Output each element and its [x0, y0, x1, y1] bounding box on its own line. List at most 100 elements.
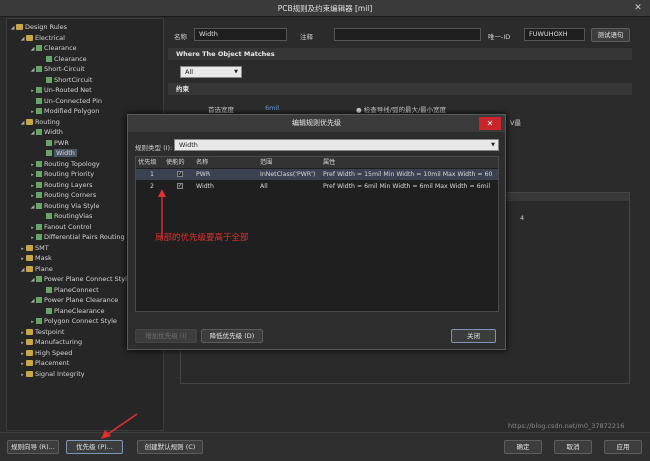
- tree-item[interactable]: Width: [39, 148, 77, 159]
- tree-item-label: Clearance: [44, 44, 77, 52]
- tree-item[interactable]: ▸ Polygon Connect Style: [29, 316, 117, 327]
- tree-item[interactable]: ◢ Routing Via Style: [29, 201, 100, 213]
- tree-item[interactable]: ▸ Fanout Control: [29, 222, 91, 233]
- row-enabled-checkbox[interactable]: ✓: [177, 183, 183, 189]
- window-close-button[interactable]: ✕: [632, 0, 644, 17]
- rules-wizard-button[interactable]: 规则向导 (R)...: [7, 440, 59, 454]
- tree-item[interactable]: ◢ Design Rules: [9, 22, 67, 33]
- folder-icon: [16, 24, 23, 30]
- tree-item[interactable]: ◢ Short-Circuit: [29, 64, 85, 75]
- column-header[interactable]: 名称: [196, 157, 209, 168]
- expand-toggle-icon[interactable]: ◢: [29, 202, 36, 213]
- priorities-button[interactable]: 优先级 (P)...: [66, 440, 123, 454]
- tree-item-label: PWR: [54, 138, 69, 147]
- rule-type-select[interactable]: Width ▼: [174, 139, 499, 151]
- tree-item[interactable]: Un-Connected Pin: [29, 96, 102, 107]
- tree-item[interactable]: ▸ Mask: [19, 253, 52, 264]
- rule-icon: [46, 55, 52, 62]
- tree-item[interactable]: ▸ Routing Corners: [29, 190, 96, 201]
- constraints-section-header: 约束: [168, 83, 632, 95]
- name-field[interactable]: Width: [194, 28, 287, 41]
- tree-item-label: Design Rules: [25, 23, 68, 31]
- expand-toggle-icon[interactable]: ◢: [19, 265, 26, 276]
- rule-icon: [36, 192, 42, 198]
- pref-width-value[interactable]: 6mil: [265, 104, 279, 112]
- folder-icon: [26, 328, 33, 335]
- rule-icon: [36, 45, 42, 51]
- tree-item[interactable]: ◢ Power Plane Clearance: [29, 295, 119, 307]
- tree-item[interactable]: ◢ Routing: [19, 117, 60, 128]
- rule-icon: [36, 87, 42, 93]
- cancel-button[interactable]: 取消: [554, 440, 592, 454]
- column-header[interactable]: 属性: [323, 157, 336, 168]
- tree-item[interactable]: ▸ SMT: [19, 243, 48, 254]
- rule-icon: [46, 286, 52, 293]
- tree-item[interactable]: ▸ Modified Polygon: [29, 106, 99, 117]
- increase-priority-button[interactable]: 增加优先级 (I): [135, 329, 197, 343]
- tree-item[interactable]: ShortCircuit: [39, 75, 92, 86]
- expand-toggle-icon[interactable]: ◢: [19, 118, 26, 129]
- unique-id-field[interactable]: FUWUHOXH: [524, 28, 585, 41]
- tree-item-label: Clearance: [54, 54, 87, 63]
- test-query-button[interactable]: 测试语句: [591, 28, 630, 42]
- tree-item[interactable]: ▸ Un-Routed Net: [29, 85, 91, 96]
- rule-icon: [36, 223, 42, 230]
- tree-item[interactable]: ◢ Plane: [19, 264, 53, 275]
- tree-item[interactable]: Clearance: [39, 54, 87, 65]
- apply-button[interactable]: 应用: [604, 440, 642, 454]
- expand-toggle-icon[interactable]: ▸: [19, 370, 26, 381]
- tree-item[interactable]: ▸ High Speed: [19, 348, 72, 359]
- tree-item-label: Un-Connected Pin: [44, 96, 102, 105]
- rule-icon: [36, 297, 42, 303]
- column-header[interactable]: 范围: [260, 157, 273, 168]
- column-header[interactable]: 使能的: [166, 157, 185, 168]
- dialog-close-button[interactable]: ✕: [479, 117, 501, 130]
- dialog-title: 编辑规则优先级: [292, 119, 341, 127]
- tree-item[interactable]: PlaneClearance: [39, 306, 105, 317]
- tree-item[interactable]: ▸ Placement: [19, 358, 69, 369]
- tree-item[interactable]: ▸ Testpoint: [19, 327, 64, 338]
- dialog-close-text-button[interactable]: 关闭: [451, 329, 496, 343]
- tree-item-label: Placement: [35, 359, 70, 367]
- window-title: PCB规则及约束编辑器 [mil]: [277, 4, 373, 13]
- expand-toggle-icon[interactable]: ◢: [29, 128, 36, 139]
- tree-item-label: Plane: [35, 264, 53, 273]
- check-width-option[interactable]: ● 检查导线/弧的最大/最小宽度: [356, 104, 446, 114]
- folder-icon: [26, 244, 33, 251]
- tree-item-label: Routing Via Style: [44, 201, 100, 210]
- tree-item[interactable]: PWR: [39, 138, 69, 149]
- tree-item[interactable]: ▸ Manufacturing: [19, 337, 82, 348]
- rule-icon: [36, 318, 42, 324]
- comment-field[interactable]: [334, 28, 481, 41]
- tree-item[interactable]: ▸ Signal Integrity: [19, 369, 84, 381]
- expand-toggle-icon[interactable]: ◢: [29, 65, 36, 76]
- tree-item[interactable]: ◢ Power Plane Connect Style: [29, 274, 131, 285]
- tree-item-label: High Speed: [35, 348, 73, 357]
- expand-toggle-icon[interactable]: ◢: [29, 44, 36, 55]
- rule-icon: [36, 129, 42, 135]
- row-enabled-checkbox[interactable]: ✓: [177, 171, 183, 177]
- ok-button[interactable]: 确定: [504, 440, 542, 454]
- tree-item-label: ShortCircuit: [54, 75, 93, 84]
- tree-item-label: Electrical: [35, 33, 65, 42]
- tree-item[interactable]: ▸ Routing Topology: [29, 159, 99, 170]
- create-default-rules-button[interactable]: 创建默认规则 (C): [137, 440, 203, 454]
- tree-item[interactable]: ◢ Clearance: [29, 43, 77, 54]
- tree-item[interactable]: RoutingVias: [39, 211, 92, 222]
- tree-item-label: Fanout Control: [44, 222, 92, 231]
- expand-toggle-icon[interactable]: ◢: [29, 275, 36, 286]
- expand-toggle-icon[interactable]: ◢: [29, 296, 36, 307]
- table-header: [136, 157, 498, 168]
- tree-item[interactable]: ▸ Routing Layers: [29, 180, 92, 191]
- tree-item[interactable]: ▸ Routing Priority: [29, 169, 94, 180]
- tree-item[interactable]: ◢ Electrical: [19, 33, 65, 44]
- tree-item[interactable]: PlaneConnect: [39, 285, 99, 296]
- scope-select[interactable]: All ▼: [180, 66, 242, 78]
- column-header[interactable]: 优先级: [138, 157, 157, 168]
- decrease-priority-button[interactable]: 降低优先级 (D): [201, 329, 263, 343]
- tree-item[interactable]: ◢ Width: [29, 127, 63, 138]
- expand-toggle-icon[interactable]: ◢: [9, 23, 16, 34]
- expand-toggle-icon[interactable]: ◢: [19, 34, 26, 45]
- rule-icon: [36, 276, 42, 282]
- tree-item[interactable]: ▸ Differential Pairs Routing: [29, 232, 124, 243]
